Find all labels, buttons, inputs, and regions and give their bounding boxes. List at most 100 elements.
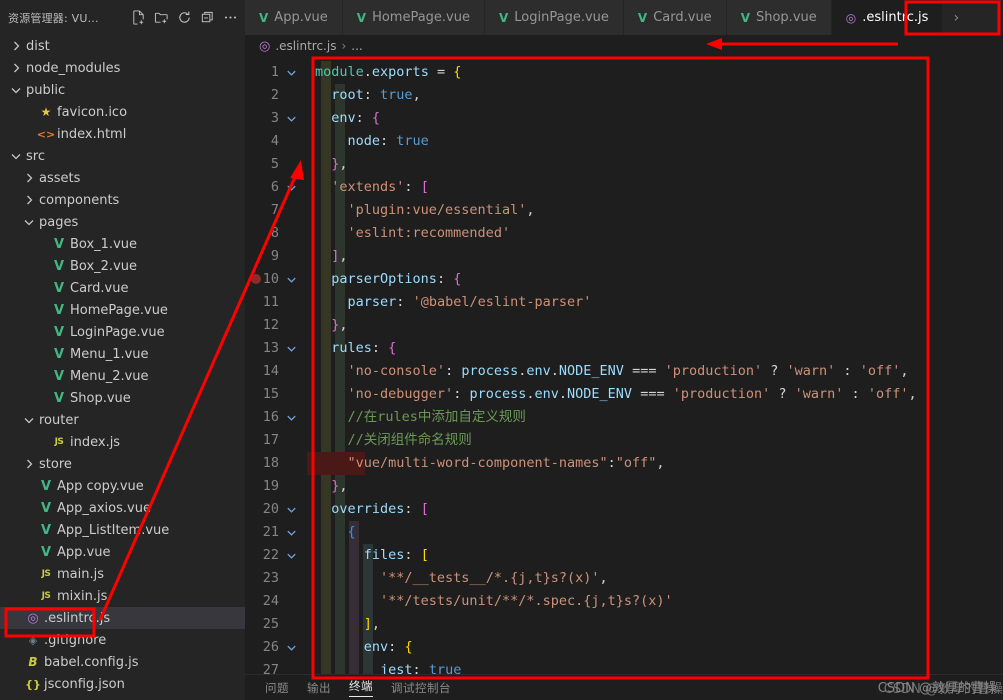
tree-item-favicon-ico[interactable]: ★favicon.ico <box>0 101 245 123</box>
tree-item-loginpage-vue[interactable]: VLoginPage.vue <box>0 321 245 343</box>
code-line[interactable]: env: { <box>307 107 1003 130</box>
file-tree[interactable]: distnode_modulespublic★favicon.ico<>inde… <box>0 35 245 700</box>
panel-tab[interactable]: 问题 <box>265 680 289 696</box>
editor-tab-shop-vue[interactable]: VShop.vue <box>727 0 832 35</box>
tree-item-index-html[interactable]: <>index.html <box>0 123 245 145</box>
breadcrumb-file[interactable]: .eslintrc.js <box>275 39 336 53</box>
panel-tab[interactable]: 输出 <box>307 680 331 696</box>
tree-item-main-js[interactable]: JSmain.js <box>0 563 245 585</box>
panel-tab[interactable]: 调试控制台 <box>391 680 451 696</box>
editor-tab-loginpage-vue[interactable]: VLoginPage.vue <box>485 0 624 35</box>
tree-item-app-copy-vue[interactable]: VApp copy.vue <box>0 475 245 497</box>
panel-tab[interactable]: 终端 <box>349 678 373 697</box>
code-line[interactable]: ], <box>307 245 1003 268</box>
tree-item-gitignore[interactable]: ◈.gitignore <box>0 629 245 651</box>
breadcrumb[interactable]: ◎ .eslintrc.js › ... <box>245 35 1003 57</box>
fold-chevron-down-icon[interactable] <box>285 521 299 544</box>
code-line[interactable]: 'extends': [ <box>307 176 1003 199</box>
tree-item-src[interactable]: src <box>0 145 245 167</box>
tree-item-dist[interactable]: dist <box>0 35 245 57</box>
chevron-down-icon[interactable] <box>21 215 37 229</box>
tree-item-eslintrc-js[interactable]: ◎.eslintrc.js <box>0 607 245 629</box>
new-folder-icon[interactable] <box>150 7 172 29</box>
breadcrumb-rest[interactable]: ... <box>351 39 362 53</box>
code-line[interactable]: jest: true <box>307 659 1003 674</box>
code-line[interactable]: //在rules中添加自定义规则 <box>307 406 1003 429</box>
code-line[interactable]: node: true <box>307 130 1003 153</box>
code-line[interactable]: '**/tests/unit/**/*.spec.{j,t}s?(x)' <box>307 590 1003 613</box>
tree-item-node-modules[interactable]: node_modules <box>0 57 245 79</box>
tree-item-mixin-js[interactable]: JSmixin.js <box>0 585 245 607</box>
tree-item-menu-2-vue[interactable]: VMenu_2.vue <box>0 365 245 387</box>
code-line[interactable]: //关闭组件命名规则 <box>307 429 1003 452</box>
fold-chevron-down-icon[interactable] <box>285 61 299 84</box>
tree-item-app-listitem-vue[interactable]: VApp_ListItem.vue <box>0 519 245 541</box>
code-line[interactable]: }, <box>307 314 1003 337</box>
tree-item-store[interactable]: store <box>0 453 245 475</box>
tree-item-app-axios-vue[interactable]: VApp_axios.vue <box>0 497 245 519</box>
tree-item-card-vue[interactable]: VCard.vue <box>0 277 245 299</box>
tree-item-index-js[interactable]: JSindex.js <box>0 431 245 453</box>
fold-chevron-down-icon[interactable] <box>285 498 299 521</box>
tabbar-overflow-icon[interactable]: › <box>943 0 969 35</box>
chevron-down-icon[interactable] <box>21 413 37 427</box>
fold-chevron-down-icon[interactable] <box>285 268 299 291</box>
refresh-icon[interactable] <box>173 7 195 29</box>
tree-item-components[interactable]: components <box>0 189 245 211</box>
editor-tab-app-vue[interactable]: VApp.vue <box>245 0 343 35</box>
tree-item-jsconfig-json[interactable]: {}jsconfig.json <box>0 673 245 695</box>
code-line[interactable]: 'no-debugger': process.env.NODE_ENV === … <box>307 383 1003 406</box>
code-line[interactable]: parser: '@babel/eslint-parser' <box>307 291 1003 314</box>
code-line[interactable]: { <box>307 521 1003 544</box>
code-line[interactable]: }, <box>307 475 1003 498</box>
more-actions-icon[interactable] <box>219 7 241 29</box>
editor-tab-homepage-vue[interactable]: VHomePage.vue <box>343 0 485 35</box>
chevron-right-icon[interactable] <box>21 457 37 471</box>
code-line[interactable]: rules: { <box>307 337 1003 360</box>
code-line[interactable]: root: true, <box>307 84 1003 107</box>
editor-tab-eslintrc-js[interactable]: ◎.eslintrc.js <box>832 0 944 35</box>
chevron-down-icon[interactable] <box>8 83 24 97</box>
tree-item-router[interactable]: router <box>0 409 245 431</box>
line-number-gutter[interactable]: 1234567891011121314151617181920212223242… <box>245 57 307 674</box>
breakpoint-icon[interactable] <box>251 274 261 284</box>
code-line[interactable]: '**/__tests__/*.{j,t}s?(x)', <box>307 567 1003 590</box>
code-line[interactable]: module.exports = { <box>307 61 1003 84</box>
tree-item-box-2-vue[interactable]: VBox_2.vue <box>0 255 245 277</box>
code-line[interactable]: env: { <box>307 636 1003 659</box>
tree-item-pages[interactable]: pages <box>0 211 245 233</box>
code-line[interactable]: "vue/multi-word-component-names":"off", <box>307 452 1003 475</box>
chevron-right-icon[interactable] <box>8 61 24 75</box>
code-line[interactable]: 'eslint:recommended' <box>307 222 1003 245</box>
tree-item-assets[interactable]: assets <box>0 167 245 189</box>
editor-tab-card-vue[interactable]: VCard.vue <box>624 0 727 35</box>
tree-item-shop-vue[interactable]: VShop.vue <box>0 387 245 409</box>
fold-chevron-down-icon[interactable] <box>285 544 299 567</box>
tree-item-box-1-vue[interactable]: VBox_1.vue <box>0 233 245 255</box>
chevron-right-icon[interactable] <box>21 171 37 185</box>
fold-chevron-down-icon[interactable] <box>285 107 299 130</box>
code-line[interactable]: ], <box>307 613 1003 636</box>
code-line[interactable]: }, <box>307 153 1003 176</box>
code-line[interactable]: parserOptions: { <box>307 268 1003 291</box>
editor-tabbar[interactable]: VApp.vueVHomePage.vueVLoginPage.vueVCard… <box>245 0 1003 35</box>
fold-chevron-down-icon[interactable] <box>285 176 299 199</box>
tree-item-menu-1-vue[interactable]: VMenu_1.vue <box>0 343 245 365</box>
code-line[interactable]: 'no-console': process.env.NODE_ENV === '… <box>307 360 1003 383</box>
chevron-down-icon[interactable] <box>8 149 24 163</box>
tree-item-babel-config-js[interactable]: Bbabel.config.js <box>0 651 245 673</box>
code-line[interactable]: files: [ <box>307 544 1003 567</box>
fold-chevron-down-icon[interactable] <box>285 337 299 360</box>
fold-chevron-down-icon[interactable] <box>285 636 299 659</box>
code-content[interactable]: module.exports = { root: true, env: { no… <box>307 57 1003 674</box>
fold-chevron-down-icon[interactable] <box>285 406 299 429</box>
new-file-icon[interactable] <box>127 7 149 29</box>
chevron-right-icon[interactable] <box>21 193 37 207</box>
code-editor[interactable]: 1234567891011121314151617181920212223242… <box>245 57 1003 674</box>
tree-item-homepage-vue[interactable]: VHomePage.vue <box>0 299 245 321</box>
chevron-right-icon[interactable] <box>8 39 24 53</box>
tree-item-public[interactable]: public <box>0 79 245 101</box>
code-line[interactable]: overrides: [ <box>307 498 1003 521</box>
tree-item-app-vue[interactable]: VApp.vue <box>0 541 245 563</box>
collapse-all-icon[interactable] <box>196 7 218 29</box>
